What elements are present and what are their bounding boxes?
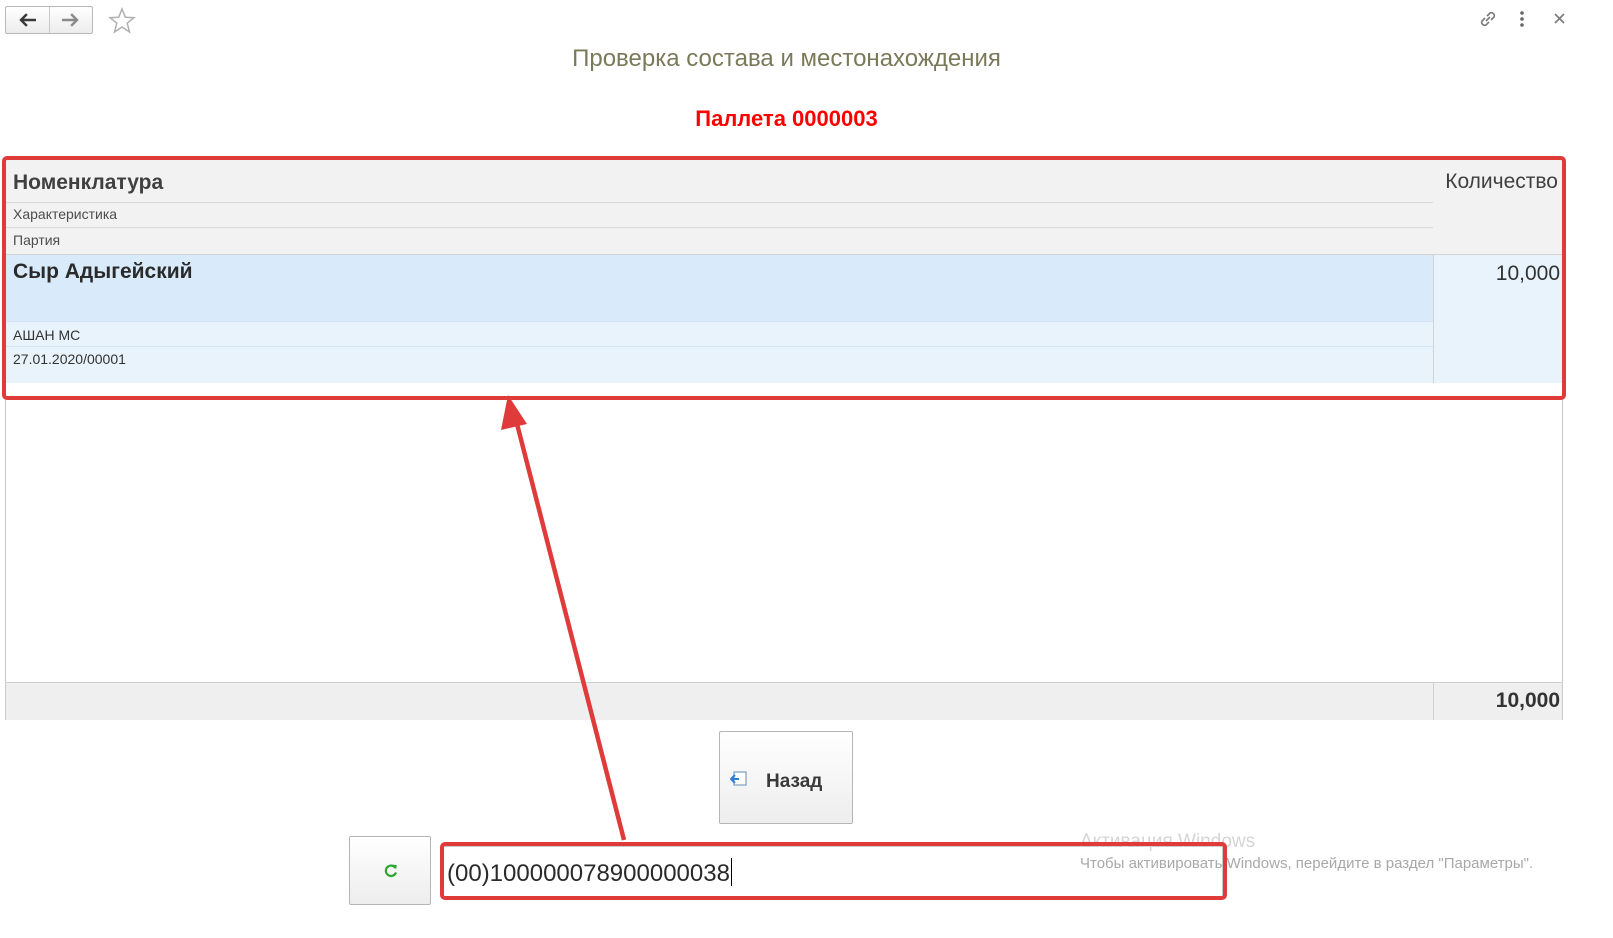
nav-forward-button[interactable]	[48, 7, 93, 33]
watermark-title: Активация Windows	[1080, 831, 1256, 852]
cell-nomenclature: Сыр Адыгейский	[13, 260, 193, 283]
footer-divider	[1433, 683, 1434, 720]
column-header-nomenclature[interactable]: Номенклатура	[13, 171, 163, 195]
row-left-cells: Сыр Адыгейский АШАН МС 27.01.2020/00001	[6, 255, 1434, 383]
barcode-input[interactable]: (00)100000078900000038	[443, 846, 1223, 898]
row-divider	[6, 321, 1433, 322]
header-divider	[6, 202, 1433, 203]
text-caret	[730, 858, 732, 886]
cell-quantity: 10,000	[1495, 262, 1560, 285]
table-header-left: Номенклатура Характеристика Партия	[6, 159, 1434, 255]
table-footer: 10,000	[6, 682, 1562, 720]
barcode-value: (00)100000078900000038	[447, 860, 730, 887]
arrow-right-icon	[61, 13, 79, 27]
link-icon[interactable]	[1478, 9, 1498, 29]
refresh-icon	[384, 864, 398, 878]
star-icon[interactable]	[108, 7, 136, 35]
column-header-batch[interactable]: Партия	[13, 232, 60, 248]
pallet-title: Паллета 0000003	[695, 106, 878, 131]
back-button[interactable]: Назад	[719, 731, 853, 824]
exit-icon	[730, 771, 747, 786]
table-row[interactable]: Сыр Адыгейский АШАН МС 27.01.2020/00001 …	[6, 255, 1562, 383]
cell-characteristic: АШАН МС	[13, 327, 81, 343]
pallet-contents-table: Номенклатура Характеристика Партия Колич…	[5, 158, 1563, 720]
row-quantity-cell: 10,000	[1434, 255, 1562, 383]
row-divider	[6, 346, 1433, 347]
row-nomenclature-cell	[6, 255, 1433, 321]
navigation-group	[5, 6, 93, 34]
column-header-characteristic[interactable]: Характеристика	[13, 206, 117, 222]
cell-batch: 27.01.2020/00001	[13, 351, 126, 367]
more-vertical-icon[interactable]	[1514, 9, 1530, 29]
close-icon[interactable]	[1552, 9, 1568, 29]
header-divider	[6, 227, 1433, 228]
form-title: Проверка состава и местонахождения	[572, 45, 1001, 72]
back-button-label: Назад	[766, 771, 823, 792]
total-quantity: 10,000	[1495, 689, 1560, 712]
watermark-text: Чтобы активировать Windows, перейдите в …	[1080, 855, 1534, 872]
nav-back-button[interactable]	[6, 7, 49, 33]
column-header-quantity[interactable]: Количество	[1445, 170, 1558, 194]
arrow-left-icon	[19, 13, 37, 27]
table-header-right: Количество	[1433, 159, 1562, 255]
refresh-button[interactable]	[349, 836, 431, 905]
barcode-input-text: (00)100000078900000038	[447, 858, 732, 888]
